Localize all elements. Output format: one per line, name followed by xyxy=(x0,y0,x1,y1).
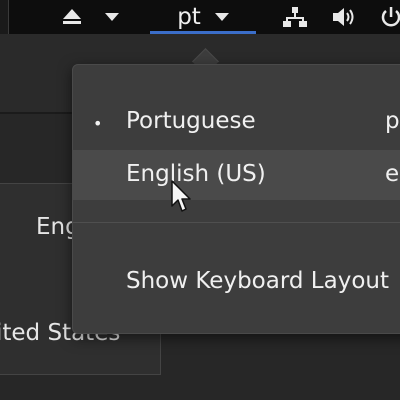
keyboard-layout-menu: • Portuguese p English (US) er Show Keyb… xyxy=(72,64,400,334)
menu-separator xyxy=(73,222,400,223)
network-icon[interactable] xyxy=(282,0,308,34)
menu-item-label: Show Keyboard Layout xyxy=(126,268,389,294)
desktop-screen: Eng ited States pt • Portuguese p Englis… xyxy=(0,0,400,400)
eject-icon[interactable] xyxy=(60,0,84,34)
chevron-down-icon[interactable] xyxy=(102,0,122,34)
menu-item-code: p xyxy=(385,108,400,134)
menu-item-portuguese[interactable]: • Portuguese p xyxy=(73,97,400,147)
active-bullet-icon: • xyxy=(93,114,103,133)
active-indicator-underline xyxy=(150,31,256,34)
activities-edge[interactable] xyxy=(0,0,9,34)
chevron-down-icon xyxy=(214,12,229,21)
keyboard-language-indicator[interactable]: pt xyxy=(150,0,256,34)
volume-icon[interactable] xyxy=(332,0,358,34)
show-keyboard-layout-item[interactable]: Show Keyboard Layout xyxy=(73,257,400,307)
power-icon[interactable] xyxy=(378,0,400,34)
menu-item-label: Portuguese xyxy=(126,108,256,134)
menu-item-english-us[interactable]: English (US) er xyxy=(73,150,400,200)
top-bar: pt xyxy=(0,0,400,34)
language-code-label: pt xyxy=(177,4,201,30)
menu-item-label: English (US) xyxy=(126,161,266,187)
menu-item-code: er xyxy=(385,161,400,187)
mouse-cursor-icon xyxy=(170,180,194,214)
